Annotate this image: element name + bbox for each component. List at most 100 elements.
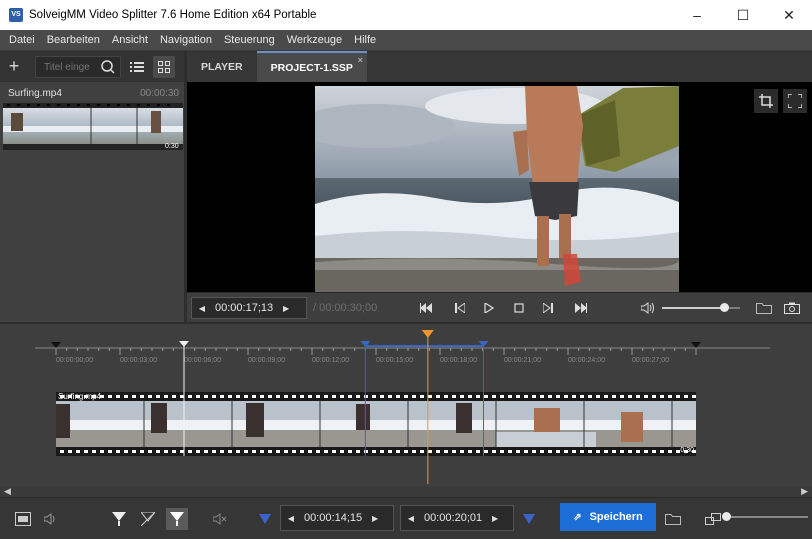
- list-view-icon[interactable]: [126, 56, 148, 78]
- remove-marker-icon[interactable]: [137, 508, 159, 530]
- add-marker-icon[interactable]: [108, 508, 130, 530]
- sprocket-hole: [500, 395, 504, 398]
- tab-project-label: PROJECT-1.SSP: [270, 61, 353, 74]
- sprocket-hole: [516, 450, 520, 453]
- sprocket-hole: [484, 450, 488, 453]
- sprocket-hole: [252, 450, 256, 453]
- zoom-slider-knob[interactable]: [722, 512, 731, 521]
- sprocket-hole: [236, 395, 240, 398]
- set-start-marker-icon[interactable]: [254, 508, 276, 530]
- sprocket-hole: [596, 395, 600, 398]
- video-clip-track[interactable]: Surfing.mp4 0:30: [56, 392, 696, 456]
- ruler-label: 00:00:24;00: [568, 357, 605, 364]
- stop-icon[interactable]: [510, 299, 528, 317]
- volume-slider-fill: [662, 307, 725, 309]
- sprocket-hole: [692, 395, 696, 398]
- sprocket-hole: [268, 395, 272, 398]
- sprocket-hole: [476, 395, 480, 398]
- media-file-duration: 00:00:30: [140, 88, 179, 99]
- sprocket-hole: [684, 395, 688, 398]
- sprocket-hole: [636, 450, 640, 453]
- ruler-label: 00:00:09;00: [248, 357, 285, 364]
- mark-out-prev-icon[interactable]: ◀: [401, 514, 421, 523]
- minimize-button[interactable]: –: [674, 0, 720, 30]
- current-time[interactable]: 00:00:17;13: [212, 302, 276, 314]
- next-frame-icon[interactable]: ▶: [276, 304, 296, 313]
- sprocket-hole: [628, 450, 632, 453]
- volume-slider[interactable]: [662, 303, 740, 312]
- grid-view-icon[interactable]: [153, 56, 175, 78]
- menu-ansicht[interactable]: Ansicht: [112, 34, 148, 46]
- sprocket-hole: [644, 450, 648, 453]
- menu-bearbeiten[interactable]: Bearbeiten: [47, 34, 100, 46]
- maximize-button[interactable]: ☐: [720, 0, 766, 30]
- media-file-item[interactable]: Surfing.mp4 00:00:30: [8, 88, 179, 99]
- current-time-box: ◀ 00:00:17;13 ▶: [191, 297, 307, 319]
- close-button[interactable]: ✕: [766, 0, 812, 30]
- play-icon[interactable]: [480, 299, 498, 317]
- sprocket-hole: [500, 450, 504, 453]
- sprocket-hole: [212, 450, 216, 453]
- media-thumbnail[interactable]: 0:30: [3, 103, 183, 150]
- sprocket-hole: [172, 450, 176, 453]
- prev-frame-icon[interactable]: ◀: [192, 304, 212, 313]
- sprocket-hole: [148, 450, 152, 453]
- sprocket-hole: [420, 450, 424, 453]
- sprocket-hole: [396, 395, 400, 398]
- menu-navigation[interactable]: Navigation: [160, 34, 212, 46]
- search-icon[interactable]: [98, 57, 118, 77]
- sprocket-hole: [436, 395, 440, 398]
- add-file-button[interactable]: +: [0, 56, 28, 77]
- audio-track-icon[interactable]: [40, 508, 62, 530]
- filmstrip-icon[interactable]: [12, 508, 34, 530]
- scroll-left-icon[interactable]: ◀: [4, 486, 11, 497]
- folder-icon[interactable]: [755, 299, 773, 317]
- fullscreen-icon[interactable]: [783, 89, 807, 113]
- menu-steuerung[interactable]: Steuerung: [224, 34, 275, 46]
- sprocket-hole: [532, 395, 536, 398]
- mark-in-next-icon[interactable]: ▶: [365, 514, 385, 523]
- sprocket-hole: [652, 450, 656, 453]
- sprocket-hole: [428, 450, 432, 453]
- ruler-label: 00:00:21;00: [504, 357, 541, 364]
- mark-out-next-icon[interactable]: ▶: [485, 514, 505, 523]
- step-forward-icon[interactable]: [539, 299, 557, 317]
- go-to-end-icon[interactable]: [572, 299, 590, 317]
- sprocket-hole: [356, 395, 360, 398]
- output-folder-icon[interactable]: [662, 508, 684, 530]
- sprocket-hole: [292, 450, 296, 453]
- mark-in-prev-icon[interactable]: ◀: [281, 514, 301, 523]
- tab-project[interactable]: PROJECT-1.SSP ×: [256, 51, 367, 82]
- zoom-icon[interactable]: [702, 508, 724, 530]
- tab-player[interactable]: PLAYER: [187, 51, 257, 82]
- menu-datei[interactable]: Datei: [9, 34, 35, 46]
- sprocket-hole: [628, 395, 632, 398]
- step-back-icon[interactable]: [451, 299, 469, 317]
- close-tab-icon[interactable]: ×: [358, 55, 363, 65]
- select-fragment-icon[interactable]: [166, 508, 188, 530]
- mark-in-time[interactable]: 00:00:14;15: [301, 512, 365, 524]
- set-end-marker-icon[interactable]: [518, 508, 540, 530]
- crop-icon[interactable]: [754, 89, 778, 113]
- volume-slider-knob[interactable]: [720, 303, 730, 312]
- menu-hilfe[interactable]: Hilfe: [354, 34, 376, 46]
- mark-out-time[interactable]: 00:00:20;01: [421, 512, 485, 524]
- time-ruler[interactable]: 00:00:00;00 00:00:03;00 00:00:06;00 00:00:0…: [0, 324, 812, 364]
- sprocket-hole: [588, 395, 592, 398]
- save-button[interactable]: ⇗ Speichern: [560, 503, 656, 531]
- scroll-right-icon[interactable]: ▶: [801, 486, 808, 497]
- title-bar: VS SolveigMM Video Splitter 7.6 Home Edi…: [0, 0, 812, 30]
- sprocket-hole: [204, 395, 208, 398]
- sprocket-hole: [180, 395, 184, 398]
- go-to-start-icon[interactable]: [417, 299, 435, 317]
- sprocket-hole: [604, 450, 608, 453]
- snapshot-icon[interactable]: [783, 299, 801, 317]
- volume-icon[interactable]: [639, 299, 657, 317]
- menu-werkzeuge[interactable]: Werkzeuge: [287, 34, 342, 46]
- sprocket-hole: [364, 450, 368, 453]
- mute-icon[interactable]: [209, 508, 231, 530]
- sprocket-hole: [148, 395, 152, 398]
- sprocket-hole: [676, 395, 680, 398]
- zoom-slider[interactable]: [722, 512, 808, 521]
- sprocket-hole: [340, 450, 344, 453]
